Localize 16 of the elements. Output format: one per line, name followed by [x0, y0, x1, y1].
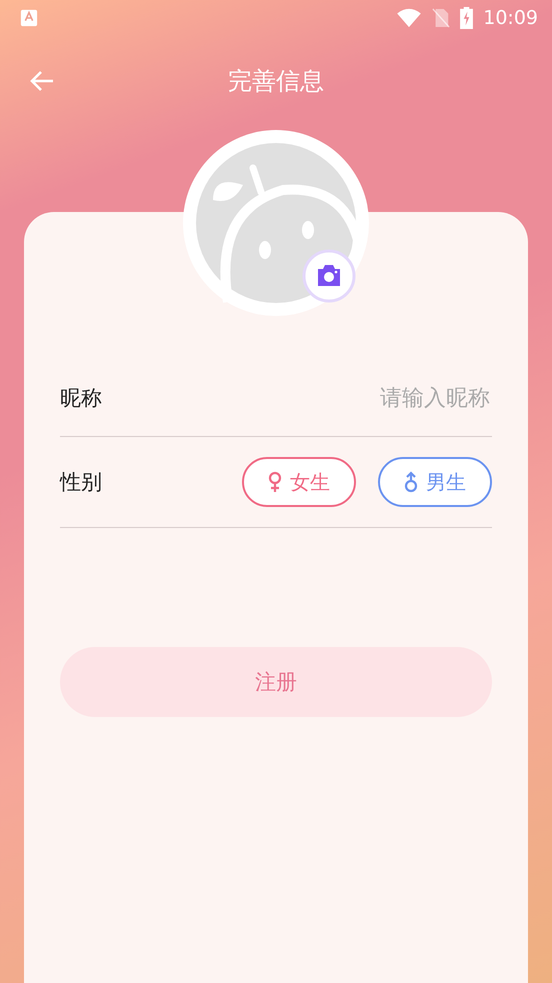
wifi-icon	[396, 8, 422, 28]
avatar-drawing[interactable]	[183, 130, 369, 316]
camera-icon[interactable]	[302, 249, 356, 303]
page-title: 完善信息	[228, 66, 324, 97]
nickname-input[interactable]: 请输入昵称	[288, 384, 492, 412]
keyboard-icon	[20, 9, 38, 27]
gender-label: 性别	[60, 469, 102, 496]
back-arrow-icon[interactable]	[29, 69, 55, 93]
female-icon	[268, 471, 282, 493]
gender-option[interactable]: 女生	[242, 457, 356, 507]
status-time: 10:09	[483, 7, 538, 29]
no-sim-icon	[432, 8, 450, 28]
nickname-label: 昵称	[60, 385, 102, 412]
gender-option[interactable]: 男生	[378, 457, 492, 507]
male-icon	[404, 471, 418, 493]
battery-charging-icon	[460, 7, 474, 29]
